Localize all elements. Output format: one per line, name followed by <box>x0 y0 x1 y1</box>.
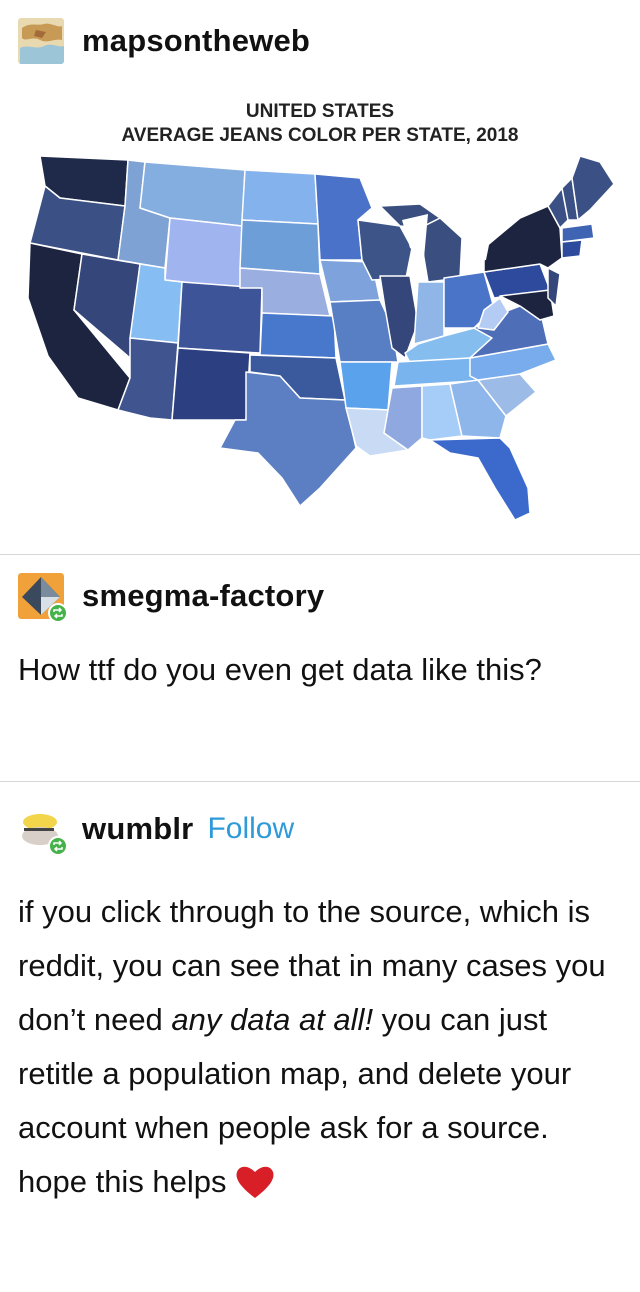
reblog-icon <box>48 836 68 856</box>
state-maine <box>571 155 615 221</box>
post-username[interactable]: wumblr <box>82 811 193 847</box>
map-title-line2: AVERAGE JEANS COLOR PER STATE, 2018 <box>121 125 519 146</box>
text-italic-segment: any data at all! <box>171 1002 374 1037</box>
post-username[interactable]: mapsontheweb <box>82 23 310 59</box>
state-south-dakota <box>239 219 321 275</box>
cat-avatar-icon[interactable] <box>18 806 68 856</box>
us-map-image <box>27 155 615 521</box>
state-massachusetts <box>561 223 595 243</box>
state-colorado <box>177 281 263 354</box>
world-map-avatar-icon[interactable] <box>18 18 64 64</box>
state-florida <box>429 437 531 521</box>
state-new-mexico <box>171 347 251 421</box>
follow-button[interactable]: Follow <box>207 812 294 846</box>
state-north-dakota <box>241 169 319 225</box>
post-username[interactable]: smegma-factory <box>82 578 324 614</box>
heart-icon <box>235 1163 275 1217</box>
state-connecticut <box>561 239 583 259</box>
state-kansas <box>259 312 337 359</box>
state-indiana <box>413 281 445 345</box>
map-title: UNITED STATES AVERAGE JEANS COLOR PER ST… <box>0 100 640 148</box>
post-body-text: if you click through to the source, whic… <box>18 885 618 1217</box>
reblog-icon <box>48 603 68 623</box>
map-title-line1: UNITED STATES <box>245 101 395 122</box>
state-new-jersey <box>547 267 561 307</box>
post-wumblr: wumblr Follow if you click through to th… <box>0 782 640 1292</box>
state-wyoming <box>164 217 243 289</box>
post-body-text: How ttf do you even get data like this? <box>18 652 542 687</box>
post-mapsontheweb: mapsontheweb UNITED STATES AVERAGE JEANS… <box>0 0 640 554</box>
paper-plane-avatar-icon[interactable] <box>18 573 68 623</box>
post-header: mapsontheweb <box>18 18 310 64</box>
post-header: wumblr Follow <box>18 806 294 856</box>
state-arkansas <box>339 361 393 411</box>
post-header: smegma-factory <box>18 573 324 623</box>
post-smegma-factory: smegma-factory How ttf do you even get d… <box>0 555 640 780</box>
state-new-york <box>483 205 563 273</box>
